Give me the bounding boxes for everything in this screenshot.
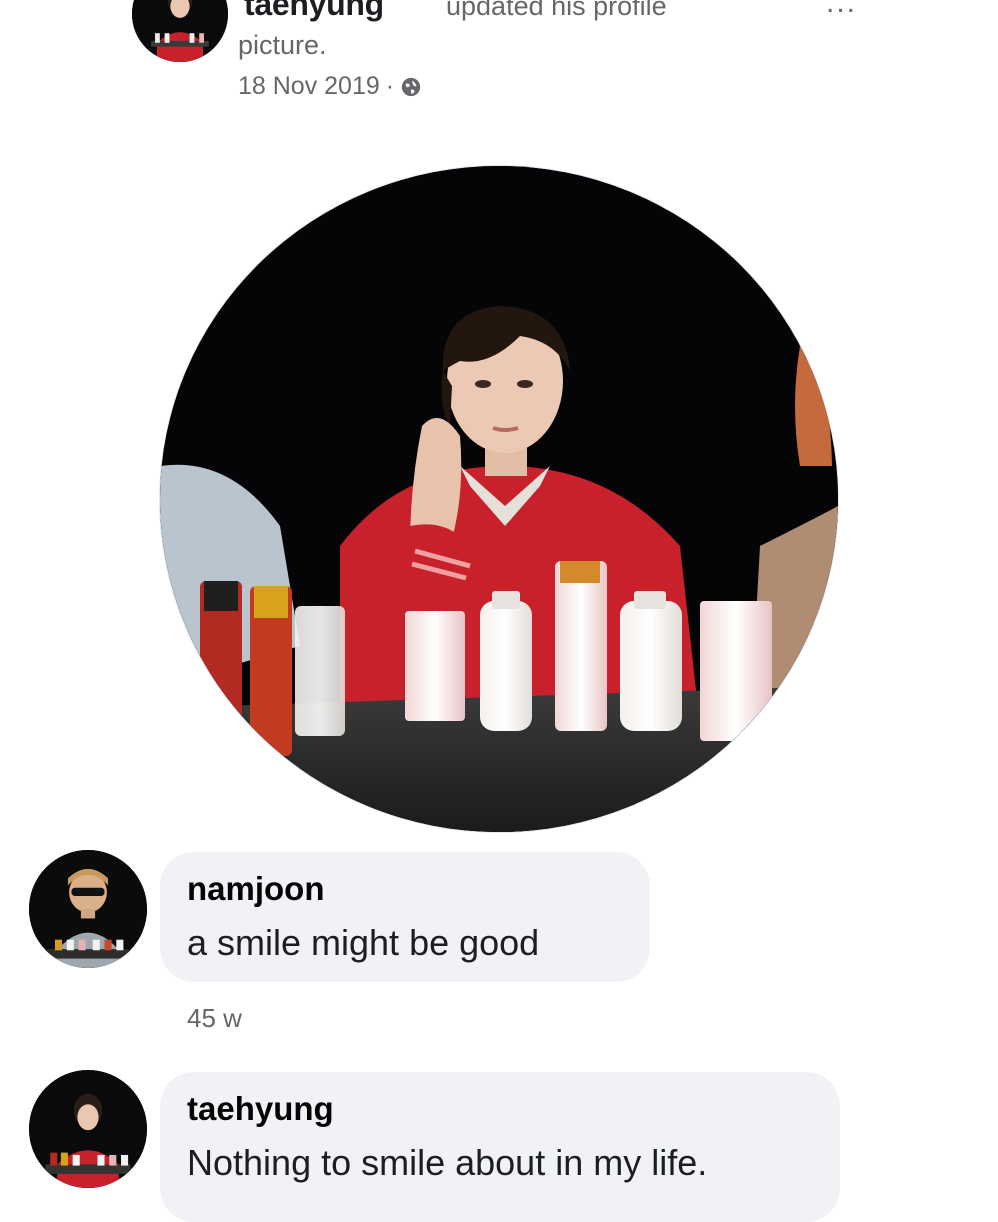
more-options-icon[interactable]: ... xyxy=(826,0,857,20)
avatar-photo xyxy=(132,0,228,62)
post-action-text-continued: picture. xyxy=(238,30,327,60)
post-date[interactable]: 18 Nov 2019 xyxy=(238,72,380,101)
commenter-avatar[interactable] xyxy=(29,1070,147,1188)
post-author-name[interactable]: taehyung xyxy=(244,0,384,23)
comment-text: a smile might be good xyxy=(187,922,540,963)
avatar-photo xyxy=(29,850,147,968)
meta-separator: · xyxy=(385,72,395,100)
post-meta: 18 Nov 2019 · xyxy=(238,72,422,101)
globe-icon xyxy=(401,77,421,96)
profile-photo xyxy=(160,166,838,832)
post-action-text: updated his profile xyxy=(446,0,667,21)
comment-timestamp[interactable]: 45 w xyxy=(187,1003,242,1034)
author-avatar[interactable] xyxy=(132,0,228,62)
comment-author[interactable]: taehyung xyxy=(187,1090,334,1128)
comment-author[interactable]: namjoon xyxy=(187,870,325,908)
comment-text: Nothing to smile about in my life. xyxy=(187,1142,708,1183)
commenter-avatar[interactable] xyxy=(29,850,147,968)
profile-picture[interactable] xyxy=(160,166,838,832)
avatar-photo xyxy=(29,1070,147,1188)
comment-bubble[interactable]: namjoon a smile might be good xyxy=(160,852,650,982)
